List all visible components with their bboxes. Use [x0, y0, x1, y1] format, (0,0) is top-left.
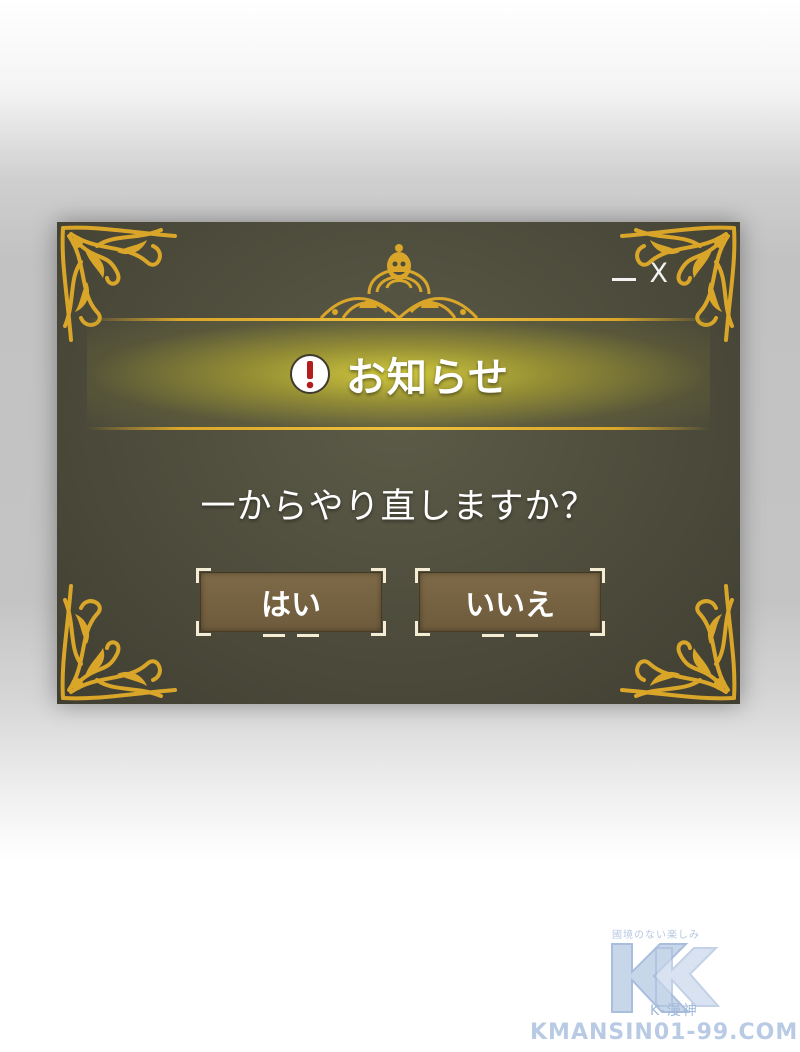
- button-corner: [196, 568, 211, 583]
- watermark-url: KMANSIN01-99.COM: [530, 1020, 799, 1045]
- minimize-icon[interactable]: [611, 278, 636, 281]
- watermark: 國境のない楽しみ K-漫神 KMANSIN01-99.COM: [530, 920, 800, 1052]
- button-corner: [371, 568, 386, 583]
- dialog-message: 一からやり直しますか？: [200, 487, 597, 527]
- dialog-title: お知らせ: [345, 355, 510, 401]
- button-tick: [297, 634, 319, 637]
- exclamation-circle-icon: [289, 354, 330, 394]
- crest-ornament-icon: [319, 244, 479, 320]
- button-corner: [590, 621, 605, 636]
- button-corner: [415, 568, 430, 583]
- button-tick: [263, 634, 285, 637]
- button-tick: [482, 634, 504, 637]
- corner-ornament-icon: [620, 584, 737, 701]
- yes-button[interactable]: はい: [196, 568, 386, 637]
- no-button[interactable]: いいえ: [415, 568, 605, 637]
- dialog-title-row: お知らせ: [57, 318, 740, 430]
- button-corner: [196, 621, 211, 636]
- no-button-label: いいえ: [465, 588, 555, 623]
- watermark-subtitle: K-漫神: [650, 1003, 699, 1019]
- window-controls: X: [611, 260, 669, 287]
- button-corner: [371, 621, 386, 636]
- corner-ornament-icon: [60, 584, 177, 701]
- yes-button-label: はい: [261, 588, 321, 623]
- close-button[interactable]: X: [650, 260, 669, 287]
- button-corner: [415, 621, 430, 636]
- notice-dialog: X お知らせ 一からやり直しますか？ はい いいえ: [57, 222, 740, 704]
- button-tick: [516, 634, 538, 637]
- button-corner: [590, 568, 605, 583]
